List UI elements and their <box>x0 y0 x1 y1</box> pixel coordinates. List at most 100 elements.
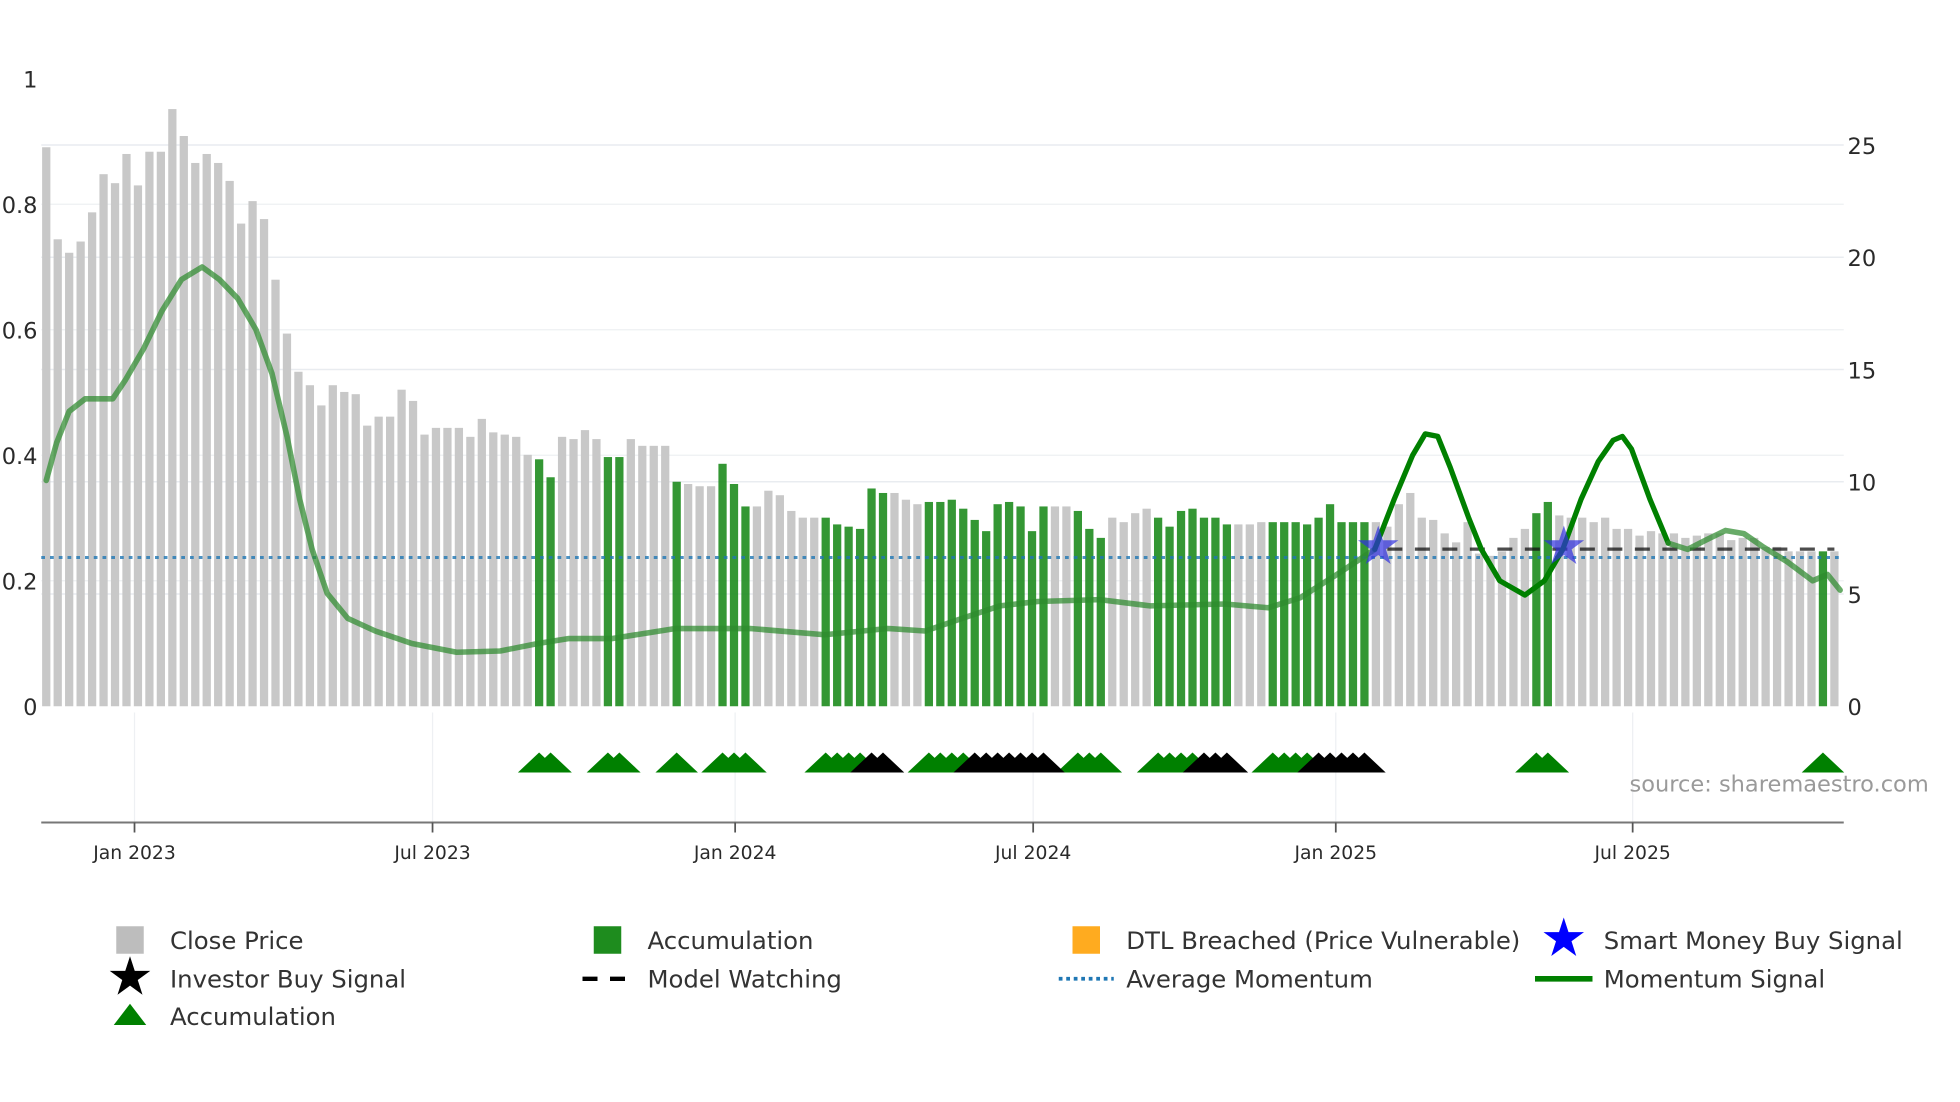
accumulation-bar <box>672 481 681 707</box>
accumulation-bar <box>1543 501 1552 707</box>
legend-star-icon <box>109 956 151 995</box>
close-price-bar <box>133 185 143 707</box>
close-price-bar <box>1704 533 1713 707</box>
close-price-bar <box>225 180 234 707</box>
legend-item: Accumulation <box>593 926 813 955</box>
accumulation-bar <box>1337 522 1346 707</box>
accumulation-bar <box>855 528 865 707</box>
close-price-bar <box>489 432 498 707</box>
close-price-bar <box>317 405 326 707</box>
close-price-bar <box>626 439 635 707</box>
left-tick-label: 0.8 <box>2 193 38 219</box>
close-price-bar <box>408 400 418 707</box>
close-price-bar <box>191 162 200 707</box>
close-price-bar <box>569 439 578 707</box>
close-price-bar <box>684 483 693 707</box>
close-price-bar <box>1119 522 1128 707</box>
close-price-bar <box>661 445 670 707</box>
close-price-bar <box>1623 528 1633 707</box>
right-tick-label: 10 <box>1848 471 1877 497</box>
close-price-bar <box>53 239 62 707</box>
accumulation-bar <box>947 499 956 707</box>
close-price-bar <box>512 436 521 707</box>
accumulation-triangle <box>655 752 698 773</box>
close-price-bar <box>214 162 223 707</box>
legend-item: Investor Buy Signal <box>109 956 406 995</box>
legend-label: Close Price <box>170 926 304 955</box>
signal-triangles <box>517 752 1845 773</box>
x-tick-label: Jan 2023 <box>92 843 176 864</box>
close-price-bar <box>145 151 154 707</box>
left-tick-label: 0.6 <box>2 319 38 345</box>
close-price-bar <box>87 212 97 707</box>
legend-triangle-icon <box>113 1003 147 1025</box>
legend: Close Price Accumulation DTL Breached (Pri… <box>109 917 1903 1031</box>
momentum-chart: Jan 2023 Jul 2023 Jan 2024 Jul 2024 Jan 2025… <box>2 68 1929 1032</box>
close-price-bar <box>42 147 51 707</box>
close-price-bar <box>374 416 383 707</box>
accumulation-bar <box>1199 517 1209 707</box>
close-price-bar <box>706 486 716 707</box>
left-tick-label: 0.2 <box>2 570 38 596</box>
close-price-bar <box>580 430 590 707</box>
close-price-bar <box>420 434 429 707</box>
accumulation-bar <box>878 492 888 707</box>
accumulation-bar <box>729 483 739 707</box>
source-label: source: sharemaestro.com <box>1630 771 1929 797</box>
accumulation-bar <box>936 501 945 707</box>
accumulation-bar <box>1096 537 1105 707</box>
accumulation-bar <box>833 524 842 707</box>
close-price-bar <box>340 391 349 707</box>
close-price-bar <box>523 454 532 707</box>
close-price-bar <box>76 241 85 707</box>
close-price-bar <box>99 174 108 707</box>
close-price-bar <box>1509 537 1518 707</box>
accumulation-bar <box>1325 504 1335 707</box>
accumulation-bar <box>959 508 968 707</box>
close-price-bar <box>500 434 509 707</box>
legend-square-icon <box>116 926 144 954</box>
close-price-bar <box>1681 537 1690 707</box>
close-price-bar <box>1784 551 1793 707</box>
close-price-bar <box>1520 528 1530 707</box>
accumulation-bar <box>844 526 853 707</box>
close-price-bar <box>1486 555 1495 707</box>
close-price-bar <box>798 517 807 707</box>
accumulation-bar <box>867 488 876 707</box>
legend-label: Accumulation <box>170 1002 336 1031</box>
close-price-bar <box>443 427 452 707</box>
close-price-bar <box>1658 533 1667 707</box>
right-tick-label: 25 <box>1848 134 1877 160</box>
close-price-bar <box>1727 540 1736 707</box>
x-tick-label: Jan 2024 <box>693 843 777 864</box>
close-price-bar <box>901 499 911 707</box>
close-price-bar <box>271 279 280 707</box>
close-price-bar <box>913 504 922 707</box>
accumulation-bar <box>821 517 830 707</box>
close-price-bar <box>752 506 762 707</box>
close-price-bar <box>1635 535 1644 707</box>
legend-item: Average Momentum <box>1058 965 1373 994</box>
accumulation-bar <box>1303 524 1312 707</box>
x-tick-label: Jul 2025 <box>1594 843 1671 864</box>
x-tick-label: Jan 2025 <box>1293 843 1377 864</box>
close-price-bar <box>775 495 784 707</box>
close-price-bar <box>431 427 441 707</box>
x-tick-label: Jul 2023 <box>393 843 470 864</box>
accumulation-bar <box>1360 522 1369 707</box>
legend-square-icon <box>593 926 622 954</box>
accumulation-bar <box>1222 524 1232 707</box>
close-price-bar <box>248 201 257 707</box>
close-price-bar <box>1830 551 1839 707</box>
close-price-bar <box>638 445 647 707</box>
close-price-bar <box>1257 522 1266 707</box>
close-price-bar <box>1715 533 1724 707</box>
right-tick-label: 0 <box>1848 695 1862 721</box>
close-price-bar <box>1452 542 1461 707</box>
legend-star-icon <box>1543 917 1584 956</box>
left-tick-label: 1 <box>23 68 37 94</box>
close-price-bar <box>294 371 303 707</box>
close-price-bar <box>695 486 704 707</box>
accumulation-bar <box>1176 510 1186 707</box>
accumulation-bar <box>1039 506 1048 707</box>
